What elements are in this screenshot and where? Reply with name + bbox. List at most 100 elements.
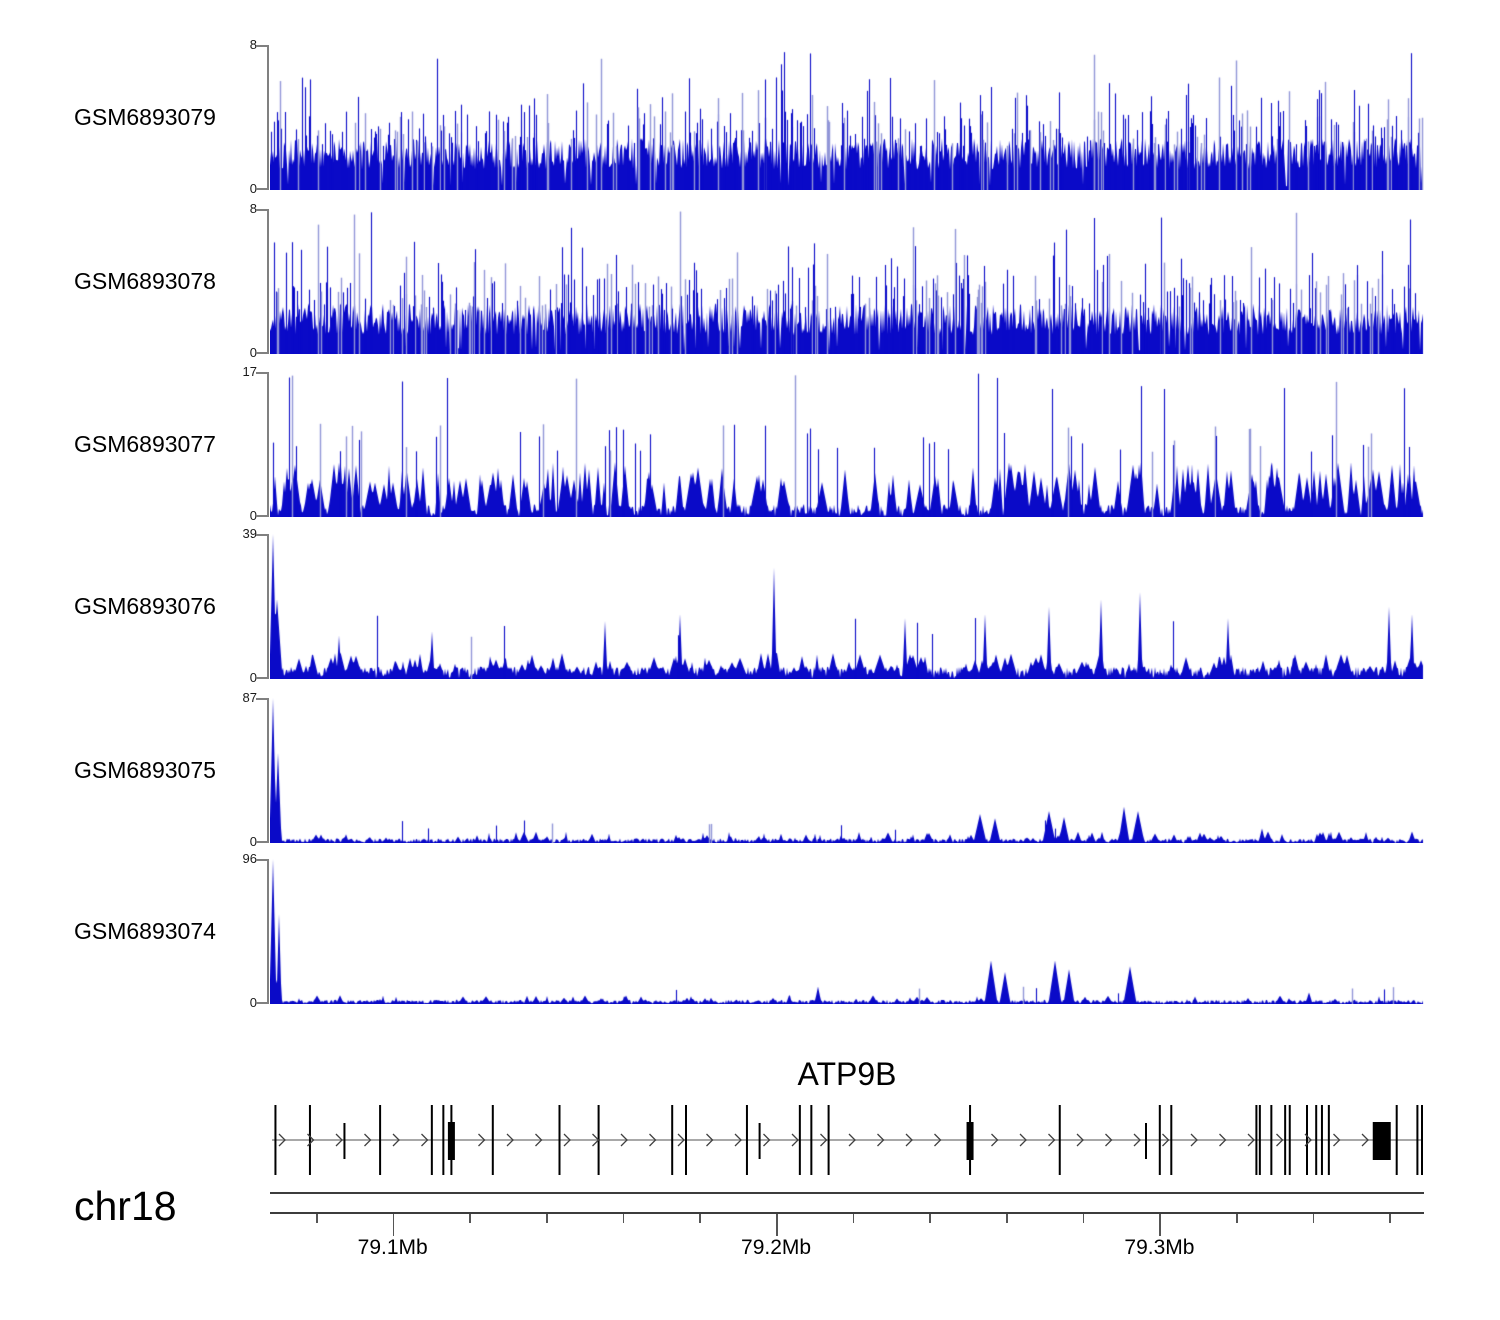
track-label: GSM6893074	[74, 918, 274, 945]
y-axis-min-label: 0	[205, 508, 257, 523]
track-label: GSM6893075	[74, 757, 274, 784]
axis-tick-label: 79.2Mb	[716, 1236, 836, 1260]
axis-minor-tick	[1236, 1214, 1238, 1223]
exon-line	[671, 1105, 673, 1175]
exon-line	[1289, 1105, 1291, 1175]
y-axis-line	[267, 45, 269, 190]
exon-line	[810, 1105, 812, 1175]
y-axis-max-label: 96	[205, 851, 257, 866]
exon-line	[759, 1123, 761, 1159]
y-axis-max-label: 8	[205, 37, 257, 52]
exon-line	[1145, 1123, 1147, 1159]
exon-line	[1259, 1105, 1261, 1175]
coverage-plot	[270, 534, 1424, 679]
axis-major-tick	[1159, 1214, 1161, 1236]
y-axis-top-tick	[256, 859, 268, 861]
exon-line	[1159, 1105, 1161, 1175]
axis-minor-tick	[929, 1214, 931, 1223]
track-label: GSM6893076	[74, 593, 274, 620]
axis-minor-tick	[1006, 1214, 1008, 1223]
exon-line	[799, 1105, 801, 1175]
coverage-plot	[270, 372, 1424, 517]
axis-major-tick	[776, 1214, 778, 1236]
track-label: GSM6893079	[74, 104, 274, 131]
y-axis-min-label: 0	[205, 995, 257, 1010]
axis-minor-tick	[469, 1214, 471, 1223]
exon-line	[1059, 1105, 1061, 1175]
exon-line	[1421, 1105, 1423, 1175]
exon-line	[1321, 1105, 1323, 1175]
y-axis-bottom-tick	[256, 515, 268, 517]
axis-minor-tick	[316, 1214, 318, 1223]
exon-line	[1270, 1105, 1272, 1175]
exon-line	[343, 1123, 345, 1159]
coverage-plot	[270, 45, 1424, 190]
y-axis-top-tick	[256, 698, 268, 700]
exon-line	[969, 1105, 971, 1175]
exon-line	[1306, 1105, 1308, 1175]
y-axis-top-tick	[256, 372, 268, 374]
y-axis-min-label: 0	[205, 834, 257, 849]
axis-minor-tick	[623, 1214, 625, 1223]
axis-minor-tick	[1389, 1214, 1391, 1223]
axis-minor-tick	[853, 1214, 855, 1223]
genome-axis-lower-line	[270, 1212, 1424, 1214]
y-axis-top-tick	[256, 534, 268, 536]
coverage-plot	[270, 698, 1424, 843]
track-label: GSM6893078	[74, 268, 274, 295]
y-axis-top-tick	[256, 45, 268, 47]
axis-minor-tick	[546, 1214, 548, 1223]
exon-line	[450, 1105, 452, 1175]
exon-line	[431, 1105, 433, 1175]
y-axis-min-label: 0	[205, 345, 257, 360]
y-axis-bottom-tick	[256, 1002, 268, 1004]
y-axis-bottom-tick	[256, 677, 268, 679]
y-axis-min-label: 0	[205, 670, 257, 685]
exon-line	[746, 1105, 748, 1175]
exon-line	[309, 1105, 311, 1175]
y-axis-max-label: 17	[205, 364, 257, 379]
exon-line	[559, 1105, 561, 1175]
y-axis-bottom-tick	[256, 352, 268, 354]
y-axis-max-label: 8	[205, 201, 257, 216]
exon-line	[1170, 1105, 1172, 1175]
exon-line	[685, 1105, 687, 1175]
coverage-plot	[270, 859, 1424, 1004]
exon-line	[274, 1105, 276, 1175]
y-axis-max-label: 87	[205, 690, 257, 705]
y-axis-line	[267, 698, 269, 843]
gene-model-track	[270, 1095, 1424, 1185]
genome-browser-figure: ATP9B chr18 GSM6893079 8 0 GSM6893078 8 0 GSM6…	[0, 0, 1500, 1320]
axis-tick-label: 79.1Mb	[333, 1236, 453, 1260]
y-axis-min-label: 0	[205, 181, 257, 196]
exon-line	[1416, 1105, 1418, 1175]
track-label: GSM6893077	[74, 431, 274, 458]
coverage-plot	[270, 209, 1424, 354]
y-axis-line	[267, 372, 269, 517]
exon-line	[442, 1105, 444, 1175]
y-axis-top-tick	[256, 209, 268, 211]
axis-major-tick	[393, 1214, 395, 1236]
gene-name-title: ATP9B	[270, 1056, 1424, 1093]
exon-line	[1396, 1105, 1398, 1175]
exon-line	[1328, 1105, 1330, 1175]
exon-box	[1373, 1122, 1391, 1160]
chromosome-label: chr18	[74, 1183, 177, 1230]
exon-line	[492, 1105, 494, 1175]
axis-minor-tick	[1083, 1214, 1085, 1223]
exon-line	[1284, 1105, 1286, 1175]
exon-line	[828, 1105, 830, 1175]
y-axis-max-label: 39	[205, 526, 257, 541]
exon-line	[379, 1105, 381, 1175]
genome-axis-upper-line	[270, 1192, 1424, 1194]
y-axis-line	[267, 209, 269, 354]
y-axis-bottom-tick	[256, 841, 268, 843]
y-axis-line	[267, 534, 269, 679]
exon-line	[1315, 1105, 1317, 1175]
exon-line	[1255, 1105, 1257, 1175]
y-axis-line	[267, 859, 269, 1004]
axis-tick-label: 79.3Mb	[1099, 1236, 1219, 1260]
axis-minor-tick	[1313, 1214, 1315, 1223]
axis-minor-tick	[699, 1214, 701, 1223]
y-axis-bottom-tick	[256, 188, 268, 190]
